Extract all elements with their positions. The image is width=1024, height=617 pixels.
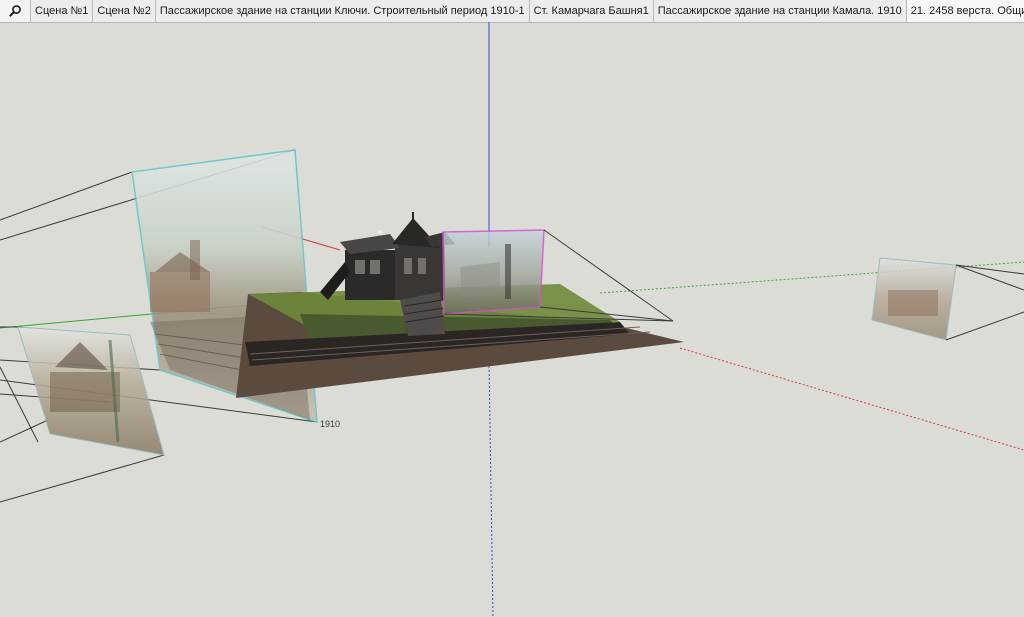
scene-tab-1[interactable]: Сцена №1 xyxy=(31,0,94,22)
search-icon xyxy=(9,5,21,17)
scene-tab-2[interactable]: Сцена №2 xyxy=(93,0,156,22)
scene-tab-bar: Сцена №1 Сцена №2 Пассажирское здание на… xyxy=(0,0,1024,23)
search-button[interactable] xyxy=(0,0,31,22)
scene-tab-kamarchaga[interactable]: Ст. Камарчага Башня1 xyxy=(529,0,654,22)
blue-axis-dotted xyxy=(488,361,494,617)
photo-year-label: 1910 xyxy=(320,419,341,429)
scene-tab-kamala[interactable]: Пассажирское здание на станции Камала. 1… xyxy=(653,0,907,22)
red-axis-dotted xyxy=(679,347,1024,451)
scene-tab-klyuchi[interactable]: Пассажирское здание на станции Ключи. Ст… xyxy=(155,0,530,22)
3d-viewport[interactable]: 1910 xyxy=(0,22,1024,617)
scene-tab-bayronovka[interactable]: 21. 2458 верста. Общий вид ст. Байроновк… xyxy=(906,0,1024,22)
photo-plane-right xyxy=(871,257,1024,341)
photo-plane-left xyxy=(17,326,165,456)
model-scene xyxy=(0,22,1024,617)
